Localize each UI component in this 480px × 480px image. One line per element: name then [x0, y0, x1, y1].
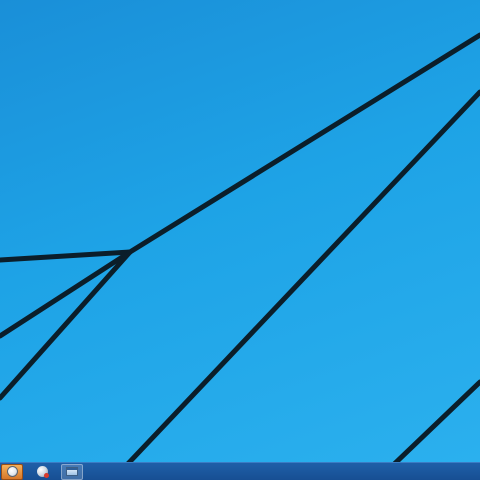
- browser-icon: [36, 466, 49, 478]
- start-button[interactable]: [1, 463, 23, 480]
- wallpaper-line: [0, 249, 133, 263]
- wallpaper: [0, 32, 480, 462]
- taskbar-item-browser[interactable]: [31, 464, 53, 480]
- start-orb-icon: [6, 466, 18, 477]
- desktop[interactable]: [0, 0, 480, 462]
- wallpaper-line: [127, 32, 480, 255]
- wallpaper-line: [392, 379, 480, 462]
- taskbar-item-window[interactable]: [61, 463, 83, 480]
- window-icon: [66, 467, 78, 476]
- taskbar: [0, 462, 480, 480]
